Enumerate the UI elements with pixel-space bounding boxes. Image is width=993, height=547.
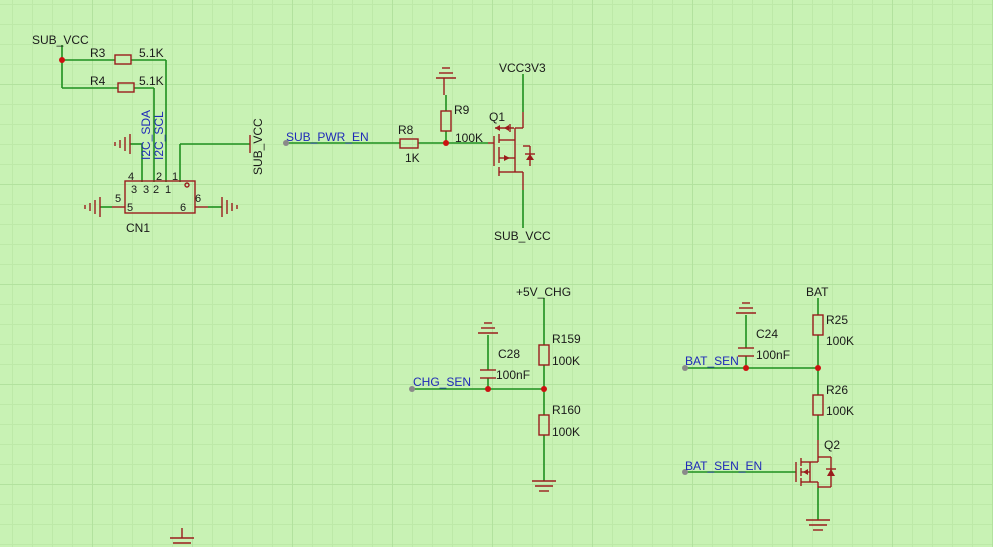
ref-c24: C24 [756,327,778,341]
value-c24: 100nF [756,348,790,362]
ref-r8: R8 [398,123,414,137]
battery-sense-section [686,298,821,520]
pin-number-6: 6 [180,202,186,214]
ref-r160: R160 [552,403,581,417]
resistor-r4[interactable]: R4 5.1K [90,74,164,93]
junction-dot [485,386,491,392]
connector-cn1[interactable]: 4 3 3 2 2 1 1 5 5 6 6 CN1 [112,171,208,235]
ref-q1: Q1 [489,110,505,124]
resistor-r3[interactable]: R3 5.1K [90,46,164,65]
pin-number-1-inner: 1 [165,184,171,196]
junction-dot [743,365,749,371]
pin-number-3: 3 [143,184,149,196]
ground-symbol [84,197,101,217]
net-label-chg-sen[interactable]: CHG_SEN [413,375,471,389]
ref-c28: C28 [498,347,520,361]
value-r4: 5.1K [139,74,164,88]
ref-r9: R9 [454,103,470,117]
junction-dot [815,365,821,371]
mosfet-q1[interactable]: Q1 [488,110,535,190]
net-label-bat[interactable]: BAT [806,285,829,299]
ground-symbol [736,302,756,314]
pin-number-5: 5 [115,193,121,205]
ref-r26: R26 [826,383,848,397]
junction-dot [443,140,449,146]
value-r25: 100K [826,334,854,348]
net-label-plus5v-chg[interactable]: +5V_CHG [516,285,571,299]
value-r159: 100K [552,354,580,368]
net-label-i2c-scl[interactable]: I2C_SCL [152,111,166,160]
value-c28: 100nF [496,368,530,382]
junction-dot [59,57,65,63]
value-r9: 100K [455,131,483,145]
pin-number-4: 4 [128,171,134,183]
power-flag-sub-vcc[interactable]: SUB_VCC [249,118,265,175]
value-r3: 5.1K [139,46,164,60]
ref-q2: Q2 [824,438,840,452]
net-label-sub-vcc[interactable]: SUB_VCC [32,33,89,47]
mosfet-q2[interactable]: Q2 [795,438,840,488]
pin-number-1: 1 [172,171,178,183]
net-label-vcc3v3[interactable]: VCC3V3 [499,61,546,75]
ref-r25: R25 [826,313,848,327]
ground-symbol [170,528,194,544]
resistor-r9[interactable]: R9 100K [440,103,483,145]
ground-symbol [532,480,556,492]
schematic-canvas[interactable]: SUB_VCC R3 5.1K R4 5.1K I2C_SDA I2C_SCL … [0,0,993,547]
ground-symbol [221,197,238,217]
net-label-sub-vcc-rotated: SUB_VCC [251,118,265,175]
resistor-r160[interactable]: R160 100K [538,403,581,439]
pin-number-5-inner: 5 [127,202,133,214]
pin-number-2: 2 [156,171,162,183]
resistor-r159[interactable]: R159 100K [538,332,581,368]
pin-number-2-inner: 2 [153,184,159,196]
resistor-r26[interactable]: R26 100K [812,383,854,418]
net-label-sub-pwr-en[interactable]: SUB_PWR_EN [286,130,369,144]
resistor-r25[interactable]: R25 100K [812,313,854,348]
pin-number-3-inner: 3 [131,184,137,196]
value-r8: 1K [405,151,420,165]
ref-r4: R4 [90,74,106,88]
net-label-i2c-sda[interactable]: I2C_SDA [139,110,153,160]
ref-cn1: CN1 [126,221,150,235]
value-r26: 100K [826,404,854,418]
resistor-r8[interactable]: R8 1K [398,123,420,165]
net-label-bat-sen[interactable]: BAT_SEN [685,354,739,368]
junction-dot [541,386,547,392]
ground-symbol [806,519,830,531]
ground-symbol [436,67,456,95]
ref-r3: R3 [90,46,106,60]
charge-sense-section [414,298,547,481]
net-label-bat-sen-en[interactable]: BAT_SEN_EN [685,459,762,473]
net-label-sub-vcc-bottom[interactable]: SUB_VCC [494,229,551,243]
ground-symbol [478,322,498,334]
value-r160: 100K [552,425,580,439]
pin-number-6-outer: 6 [195,193,201,205]
ref-r159: R159 [552,332,581,346]
ground-symbol [114,134,131,154]
